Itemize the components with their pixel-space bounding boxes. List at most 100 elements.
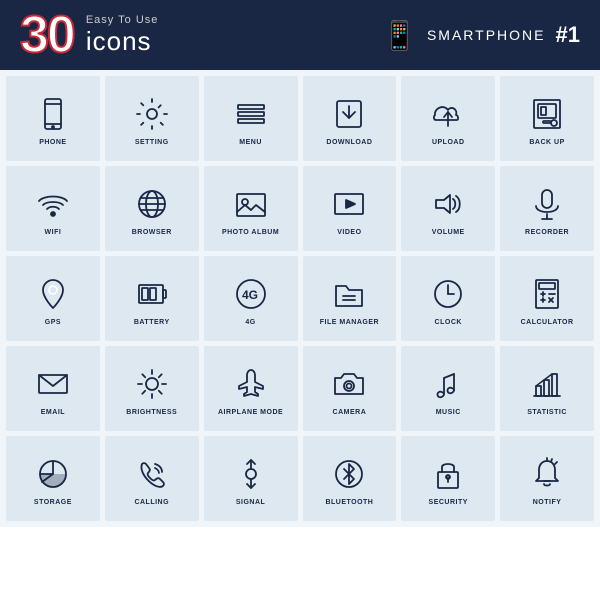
calculator-icon (527, 274, 567, 314)
volume-icon (428, 184, 468, 224)
icon-security: SECURITY (401, 436, 495, 521)
icon-gps: GPS (6, 256, 100, 341)
menu-label: MENU (239, 139, 262, 146)
security-label: SECURITY (429, 499, 468, 506)
brightness-label: BRIGHTNESS (126, 409, 177, 416)
bluetooth-icon (329, 454, 369, 494)
icon-download: DOWNLOAD (303, 76, 397, 161)
icon-airplane-mode: AIRPLANE MODE (204, 346, 298, 431)
icon-grid: PHONE SETTING MENU DOWNLOAD UPLOAD BACK … (0, 70, 600, 527)
camera-icon (329, 364, 369, 404)
icon-recorder: RECORDER (500, 166, 594, 251)
airplane-mode-label: AIRPLANE MODE (218, 409, 283, 416)
music-icon (428, 364, 468, 404)
brand-text: SMARTPHONE (427, 27, 546, 43)
upload-label: UPLOAD (432, 139, 465, 146)
icon-video: VIDEO (303, 166, 397, 251)
header-easy-text: Easy To Use (86, 14, 159, 26)
calling-label: CALLING (134, 499, 169, 506)
email-label: EMAIL (41, 409, 65, 416)
storage-label: STORAGE (34, 499, 72, 506)
browser-icon (132, 184, 172, 224)
security-icon (428, 454, 468, 494)
menu-icon (231, 94, 271, 134)
backup-label: BACK UP (529, 139, 564, 146)
browser-label: BROWSER (132, 229, 172, 236)
signal-label: SIGNAL (236, 499, 265, 506)
wifi-label: WIFI (45, 229, 62, 236)
camera-label: CAMERA (333, 409, 367, 416)
statistic-label: STATISTIC (527, 409, 567, 416)
icon-statistic: STATISTIC (500, 346, 594, 431)
icon-music: MUSIC (401, 346, 495, 431)
icon-wifi: WIFI (6, 166, 100, 251)
icon-menu: MENU (204, 76, 298, 161)
video-label: VIDEO (337, 229, 361, 236)
icon-calling: CALLING (105, 436, 199, 521)
clock-icon (428, 274, 468, 314)
battery-label: BATTERY (134, 319, 170, 326)
icon-setting: SETTING (105, 76, 199, 161)
header: 30 Easy To Use icons 📱 SMARTPHONE #1 (0, 0, 600, 70)
4g-label: 4G (245, 319, 255, 326)
icon-battery: BATTERY (105, 256, 199, 341)
file-manager-icon (329, 274, 369, 314)
email-icon (33, 364, 73, 404)
notify-label: NOTIFY (533, 499, 562, 506)
icon-signal: SIGNAL (204, 436, 298, 521)
icon-phone: PHONE (6, 76, 100, 161)
download-label: DOWNLOAD (326, 139, 372, 146)
icon-email: EMAIL (6, 346, 100, 431)
airplane-mode-icon (231, 364, 271, 404)
volume-label: VOLUME (432, 229, 465, 236)
upload-icon (428, 94, 468, 134)
icon-4g: 4G 4G (204, 256, 298, 341)
icon-browser: BROWSER (105, 166, 199, 251)
download-icon (329, 94, 369, 134)
statistic-icon (527, 364, 567, 404)
file-manager-label: FILE MANAGER (320, 319, 379, 326)
icon-storage: STORAGE (6, 436, 100, 521)
battery-icon (132, 274, 172, 314)
backup-icon (527, 94, 567, 134)
header-text-block: Easy To Use icons (86, 14, 159, 57)
4g-icon: 4G (231, 274, 271, 314)
brightness-icon (132, 364, 172, 404)
icon-notify: NOTIFY (500, 436, 594, 521)
phone-icon (33, 94, 73, 134)
bluetooth-label: BLUETOOTH (325, 499, 373, 506)
header-right: 📱 SMARTPHONE #1 (382, 19, 580, 52)
icon-backup: BACK UP (500, 76, 594, 161)
storage-icon (33, 454, 73, 494)
calling-icon (132, 454, 172, 494)
notify-icon (527, 454, 567, 494)
icon-upload: UPLOAD (401, 76, 495, 161)
setting-label: SETTING (135, 139, 169, 146)
header-number: 30 (20, 9, 74, 61)
icon-bluetooth: BLUETOOTH (303, 436, 397, 521)
icon-volume: VOLUME (401, 166, 495, 251)
setting-icon (132, 94, 172, 134)
header-icons-text: icons (86, 26, 159, 57)
icon-camera: CAMERA (303, 346, 397, 431)
calculator-label: CALCULATOR (521, 319, 574, 326)
recorder-label: RECORDER (525, 229, 569, 236)
icon-calculator: CALCULATOR (500, 256, 594, 341)
signal-icon (231, 454, 271, 494)
music-label: MUSIC (436, 409, 461, 416)
gps-label: GPS (45, 319, 61, 326)
svg-text:4G: 4G (242, 288, 258, 302)
wifi-icon (33, 184, 73, 224)
recorder-icon (527, 184, 567, 224)
photo-album-icon (231, 184, 271, 224)
icon-clock: CLOCK (401, 256, 495, 341)
video-icon (329, 184, 369, 224)
gps-icon (33, 274, 73, 314)
clock-label: CLOCK (435, 319, 462, 326)
photo-album-label: PHOTO ALBUM (222, 229, 279, 236)
icon-brightness: BRIGHTNESS (105, 346, 199, 431)
icon-photo-album: PHOTO ALBUM (204, 166, 298, 251)
phone-label: PHONE (39, 139, 66, 146)
icon-file-manager: FILE MANAGER (303, 256, 397, 341)
brand-number: #1 (556, 22, 580, 48)
